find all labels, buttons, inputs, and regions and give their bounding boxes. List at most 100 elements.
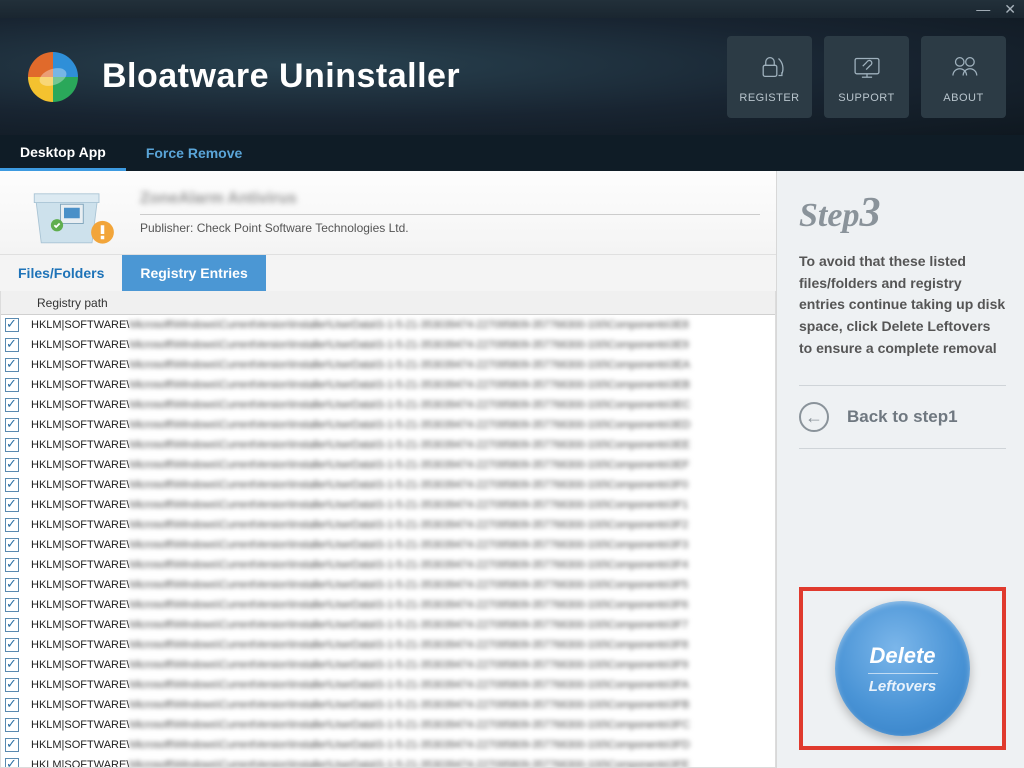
registry-list[interactable]: HKLM|SOFTWARE\Microsoft\Windows\CurrentV… bbox=[1, 315, 775, 767]
subtab-files-folders[interactable]: Files/Folders bbox=[0, 255, 122, 291]
row-checkbox[interactable] bbox=[5, 758, 19, 767]
registry-row[interactable]: HKLM|SOFTWARE\Microsoft\Windows\CurrentV… bbox=[1, 515, 775, 535]
row-checkbox[interactable] bbox=[5, 538, 19, 552]
row-checkbox[interactable] bbox=[5, 738, 19, 752]
step-instructions: To avoid that these listed files/folders… bbox=[799, 251, 1006, 359]
registry-row[interactable]: HKLM|SOFTWARE\Microsoft\Windows\CurrentV… bbox=[1, 435, 775, 455]
registry-row[interactable]: HKLM|SOFTWARE\Microsoft\Windows\CurrentV… bbox=[1, 755, 775, 767]
registry-path-tail: Microsoft\Windows\CurrentVersion\Install… bbox=[129, 579, 688, 591]
registry-row[interactable]: HKLM|SOFTWARE\Microsoft\Windows\CurrentV… bbox=[1, 635, 775, 655]
minimize-button[interactable]: — bbox=[976, 2, 990, 16]
monitor-wrench-icon bbox=[850, 50, 884, 84]
registry-path-tail: Microsoft\Windows\CurrentVersion\Install… bbox=[129, 719, 689, 731]
registry-row[interactable]: HKLM|SOFTWARE\Microsoft\Windows\CurrentV… bbox=[1, 495, 775, 515]
lock-refresh-icon bbox=[753, 50, 787, 84]
row-checkbox[interactable] bbox=[5, 478, 19, 492]
header-bar: Bloatware Uninstaller REGISTER SUPPORT bbox=[0, 18, 1024, 135]
row-checkbox[interactable] bbox=[5, 378, 19, 392]
registry-path-tail: Microsoft\Windows\CurrentVersion\Install… bbox=[129, 359, 689, 371]
row-checkbox[interactable] bbox=[5, 438, 19, 452]
row-checkbox[interactable] bbox=[5, 578, 19, 592]
register-button[interactable]: REGISTER bbox=[727, 36, 812, 118]
registry-row[interactable]: HKLM|SOFTWARE\Microsoft\Windows\CurrentV… bbox=[1, 535, 775, 555]
row-checkbox[interactable] bbox=[5, 458, 19, 472]
registry-path-prefix: HKLM|SOFTWARE\ bbox=[31, 419, 129, 431]
about-button[interactable]: ABOUT bbox=[921, 36, 1006, 118]
row-checkbox[interactable] bbox=[5, 338, 19, 352]
registry-row[interactable]: HKLM|SOFTWARE\Microsoft\Windows\CurrentV… bbox=[1, 475, 775, 495]
registry-path-prefix: HKLM|SOFTWARE\ bbox=[31, 339, 129, 351]
list-column-header: Registry path bbox=[1, 291, 775, 315]
registry-path-prefix: HKLM|SOFTWARE\ bbox=[31, 479, 129, 491]
program-publisher: Publisher: Check Point Software Technolo… bbox=[140, 221, 760, 235]
registry-path-tail: Microsoft\Windows\CurrentVersion\Install… bbox=[129, 759, 689, 767]
registry-row[interactable]: HKLM|SOFTWARE\Microsoft\Windows\CurrentV… bbox=[1, 735, 775, 755]
registry-row[interactable]: HKLM|SOFTWARE\Microsoft\Windows\CurrentV… bbox=[1, 695, 775, 715]
close-button[interactable]: ✕ bbox=[1004, 2, 1016, 16]
registry-row[interactable]: HKLM|SOFTWARE\Microsoft\Windows\CurrentV… bbox=[1, 575, 775, 595]
row-checkbox[interactable] bbox=[5, 318, 19, 332]
registry-path-prefix: HKLM|SOFTWARE\ bbox=[31, 639, 129, 651]
row-checkbox[interactable] bbox=[5, 418, 19, 432]
registry-path-prefix: HKLM|SOFTWARE\ bbox=[31, 759, 129, 767]
row-checkbox[interactable] bbox=[5, 718, 19, 732]
row-checkbox[interactable] bbox=[5, 558, 19, 572]
program-name: ZoneAlarm Antivirus bbox=[140, 190, 760, 208]
registry-path-tail: Microsoft\Windows\CurrentVersion\Install… bbox=[129, 439, 689, 451]
trash-program-icon bbox=[16, 178, 126, 248]
registry-row[interactable]: HKLM|SOFTWARE\Microsoft\Windows\CurrentV… bbox=[1, 715, 775, 735]
registry-path-prefix: HKLM|SOFTWARE\ bbox=[31, 459, 129, 471]
row-checkbox[interactable] bbox=[5, 518, 19, 532]
registry-path-tail: Microsoft\Windows\CurrentVersion\Install… bbox=[129, 339, 688, 351]
registry-row[interactable]: HKLM|SOFTWARE\Microsoft\Windows\CurrentV… bbox=[1, 395, 775, 415]
registry-row[interactable]: HKLM|SOFTWARE\Microsoft\Windows\CurrentV… bbox=[1, 315, 775, 335]
registry-row[interactable]: HKLM|SOFTWARE\Microsoft\Windows\CurrentV… bbox=[1, 675, 775, 695]
registry-row[interactable]: HKLM|SOFTWARE\Microsoft\Windows\CurrentV… bbox=[1, 555, 775, 575]
registry-path-tail: Microsoft\Windows\CurrentVersion\Install… bbox=[129, 419, 690, 431]
registry-path-tail: Microsoft\Windows\CurrentVersion\Install… bbox=[129, 619, 688, 631]
back-to-step1[interactable]: ← Back to step1 bbox=[799, 385, 1006, 449]
row-checkbox[interactable] bbox=[5, 638, 19, 652]
registry-path-prefix: HKLM|SOFTWARE\ bbox=[31, 619, 129, 631]
registry-path-tail: Microsoft\Windows\CurrentVersion\Install… bbox=[129, 739, 689, 751]
row-checkbox[interactable] bbox=[5, 398, 19, 412]
registry-path-tail: Microsoft\Windows\CurrentVersion\Install… bbox=[129, 399, 690, 411]
registry-path-tail: Microsoft\Windows\CurrentVersion\Install… bbox=[129, 559, 688, 571]
row-checkbox[interactable] bbox=[5, 658, 19, 672]
back-arrow-icon: ← bbox=[799, 402, 829, 432]
support-button[interactable]: SUPPORT bbox=[824, 36, 909, 118]
subtab-registry-entries[interactable]: Registry Entries bbox=[122, 255, 265, 291]
row-checkbox[interactable] bbox=[5, 678, 19, 692]
registry-path-tail: Microsoft\Windows\CurrentVersion\Install… bbox=[129, 519, 688, 531]
row-checkbox[interactable] bbox=[5, 618, 19, 632]
registry-path-tail: Microsoft\Windows\CurrentVersion\Install… bbox=[129, 499, 688, 511]
row-checkbox[interactable] bbox=[5, 598, 19, 612]
registry-path-prefix: HKLM|SOFTWARE\ bbox=[31, 359, 129, 371]
tab-desktop-app[interactable]: Desktop App bbox=[0, 135, 126, 171]
registry-row[interactable]: HKLM|SOFTWARE\Microsoft\Windows\CurrentV… bbox=[1, 335, 775, 355]
row-checkbox[interactable] bbox=[5, 358, 19, 372]
row-checkbox[interactable] bbox=[5, 698, 19, 712]
registry-path-prefix: HKLM|SOFTWARE\ bbox=[31, 319, 129, 331]
registry-row[interactable]: HKLM|SOFTWARE\Microsoft\Windows\CurrentV… bbox=[1, 355, 775, 375]
registry-path-tail: Microsoft\Windows\CurrentVersion\Install… bbox=[129, 479, 688, 491]
people-icon bbox=[947, 50, 981, 84]
registry-path-prefix: HKLM|SOFTWARE\ bbox=[31, 399, 129, 411]
registry-path-prefix: HKLM|SOFTWARE\ bbox=[31, 599, 129, 611]
tab-force-remove[interactable]: Force Remove bbox=[126, 135, 262, 171]
registry-path-tail: Microsoft\Windows\CurrentVersion\Install… bbox=[129, 319, 688, 331]
registry-row[interactable]: HKLM|SOFTWARE\Microsoft\Windows\CurrentV… bbox=[1, 455, 775, 475]
registry-row[interactable]: HKLM|SOFTWARE\Microsoft\Windows\CurrentV… bbox=[1, 615, 775, 635]
app-title: Bloatware Uninstaller bbox=[102, 57, 460, 96]
registry-path-prefix: HKLM|SOFTWARE\ bbox=[31, 379, 129, 391]
app-logo-icon bbox=[24, 48, 82, 106]
registry-row[interactable]: HKLM|SOFTWARE\Microsoft\Windows\CurrentV… bbox=[1, 595, 775, 615]
registry-path-prefix: HKLM|SOFTWARE\ bbox=[31, 439, 129, 451]
registry-path-prefix: HKLM|SOFTWARE\ bbox=[31, 539, 129, 551]
delete-leftovers-button[interactable]: Delete Leftovers bbox=[835, 601, 970, 736]
registry-row[interactable]: HKLM|SOFTWARE\Microsoft\Windows\CurrentV… bbox=[1, 655, 775, 675]
registry-row[interactable]: HKLM|SOFTWARE\Microsoft\Windows\CurrentV… bbox=[1, 375, 775, 395]
row-checkbox[interactable] bbox=[5, 498, 19, 512]
registry-row[interactable]: HKLM|SOFTWARE\Microsoft\Windows\CurrentV… bbox=[1, 415, 775, 435]
registry-path-prefix: HKLM|SOFTWARE\ bbox=[31, 519, 129, 531]
